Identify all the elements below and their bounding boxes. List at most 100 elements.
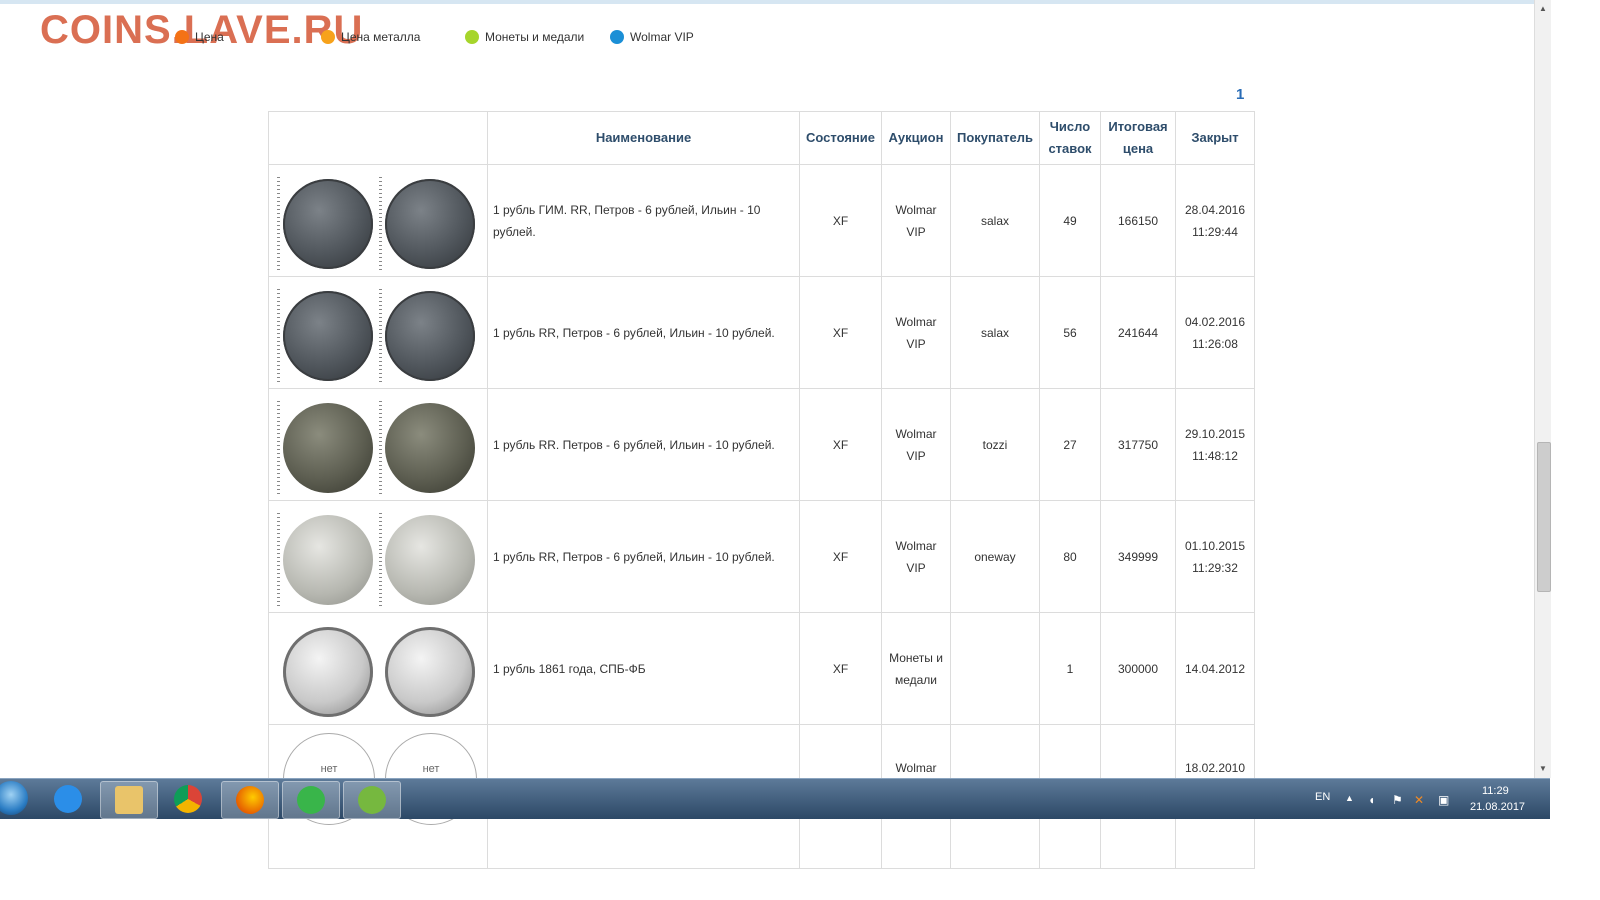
coin-reverse-image[interactable]: [385, 290, 475, 381]
taskbar-app-chrome[interactable]: [160, 781, 216, 817]
coin-images-cell: [268, 276, 488, 389]
header-image: [268, 111, 488, 165]
legend-item-wolmar-vip[interactable]: Wolmar VIP: [610, 30, 694, 44]
ruler-scale: [277, 512, 280, 609]
header-bids[interactable]: Число ставок: [1039, 111, 1101, 165]
lot-auction: Монеты и медали: [881, 612, 951, 725]
scroll-up-icon[interactable]: ▲: [1539, 4, 1547, 13]
coin-obverse-image[interactable]: [283, 626, 373, 717]
legend-item-coins-medals[interactable]: Монеты и медали: [465, 30, 584, 44]
lot-closed: 28.04.2016 11:29:44: [1175, 164, 1255, 277]
taskbar-app-internet-explorer[interactable]: [40, 781, 96, 817]
lot-name-link[interactable]: 1 рубль ГИМ. RR, Петров - 6 рублей, Ильи…: [487, 164, 800, 277]
ruler-scale: [277, 176, 280, 273]
no-image-label: нет: [320, 763, 338, 775]
taskbar-app-mail-agent[interactable]: [282, 781, 340, 819]
legend-dot-icon: [610, 30, 624, 44]
ruler-scale: [379, 176, 382, 273]
legend-item-metal-price[interactable]: Цена металла: [321, 30, 420, 44]
lot-name-link[interactable]: 1 рубль RR, Петров - 6 рублей, Ильин - 1…: [487, 276, 800, 389]
action-center-flag-icon[interactable]: ⚑: [1392, 793, 1406, 807]
header-condition[interactable]: Состояние: [799, 111, 882, 165]
folder-icon: [115, 786, 143, 814]
legend-dot-icon: [175, 30, 189, 44]
coin-obverse-image[interactable]: [283, 290, 373, 381]
lot-bids: 80: [1039, 500, 1101, 613]
closed-time: 11:29:32: [1192, 560, 1238, 575]
coin-images[interactable]: [273, 395, 483, 497]
show-hidden-icons-icon[interactable]: ▲: [1345, 793, 1359, 805]
clock-time[interactable]: 11:29: [1482, 785, 1509, 797]
coin-images-cell: [268, 500, 488, 613]
coin-images[interactable]: [273, 619, 483, 719]
language-indicator[interactable]: EN: [1315, 791, 1330, 803]
taskbar-app-firefox[interactable]: [221, 781, 279, 819]
volume-icon[interactable]: ◖: [1368, 793, 1382, 807]
coin-reverse-image[interactable]: [385, 514, 475, 605]
legend-item-price[interactable]: Цена: [175, 30, 224, 44]
table-row: 1 рубль RR, Петров - 6 рублей, Ильин - 1…: [268, 500, 1255, 613]
pagination-page-1[interactable]: 1: [1236, 86, 1244, 103]
header-name[interactable]: Наименование: [487, 111, 800, 165]
legend-dot-icon: [465, 30, 479, 44]
chrome-icon: [174, 785, 202, 813]
lot-bids: 49: [1039, 164, 1101, 277]
lot-closed: 01.10.2015 11:29:32: [1175, 500, 1255, 613]
scroll-down-icon[interactable]: ▼: [1539, 764, 1547, 773]
scrollbar-thumb[interactable]: [1537, 442, 1551, 592]
lot-bids: 27: [1039, 388, 1101, 501]
lot-condition: XF: [799, 164, 882, 277]
coin-images-cell: [268, 388, 488, 501]
lot-closed: 04.02.2016 11:26:08: [1175, 276, 1255, 389]
lot-name-link[interactable]: 1 рубль 1861 года, СПБ-ФБ: [487, 612, 800, 725]
taskbar-app-file-explorer[interactable]: [100, 781, 158, 819]
lot-price: 300000: [1100, 612, 1176, 725]
coin-reverse-image[interactable]: [385, 402, 475, 493]
ruler-scale: [379, 512, 382, 609]
network-icon[interactable]: ▣: [1438, 793, 1452, 807]
coin-images-cell: [268, 612, 488, 725]
firefox-icon: [236, 786, 264, 814]
vertical-scrollbar[interactable]: ▲ ▼: [1534, 0, 1551, 778]
closed-date: 04.02.2016: [1184, 314, 1246, 329]
table-row: 1 рубль RR. Петров - 6 рублей, Ильин - 1…: [268, 388, 1255, 501]
coin-obverse-image[interactable]: [283, 402, 373, 493]
lot-buyer: salax: [950, 276, 1040, 389]
lot-price: 166150: [1100, 164, 1176, 277]
table-row: 1 рубль RR, Петров - 6 рублей, Ильин - 1…: [268, 276, 1255, 389]
coin-images[interactable]: [273, 283, 483, 385]
lot-closed: 29.10.2015 11:48:12: [1175, 388, 1255, 501]
lot-name-link[interactable]: 1 рубль RR. Петров - 6 рублей, Ильин - 1…: [487, 388, 800, 501]
start-button[interactable]: [0, 781, 28, 815]
no-image-label: нет: [422, 763, 440, 775]
ruler-scale: [277, 400, 280, 497]
lot-name-link[interactable]: 1 рубль RR, Петров - 6 рублей, Ильин - 1…: [487, 500, 800, 613]
page-top-border: [0, 0, 1550, 4]
lot-auction: Wolmar VIP: [881, 388, 951, 501]
lot-buyer: [950, 612, 1040, 725]
coin-obverse-image[interactable]: [283, 514, 373, 605]
taskbar-app-utorrent[interactable]: [343, 781, 401, 819]
mail-notification-icon[interactable]: ✕: [1414, 793, 1428, 807]
coin-obverse-image[interactable]: [283, 178, 373, 269]
clock-date[interactable]: 21.08.2017: [1470, 801, 1525, 813]
header-buyer[interactable]: Покупатель: [950, 111, 1040, 165]
legend-label: Монеты и медали: [485, 30, 585, 44]
lot-condition: XF: [799, 612, 882, 725]
header-closed[interactable]: Закрыт: [1175, 111, 1255, 165]
coin-reverse-image[interactable]: [385, 178, 475, 269]
header-final-price[interactable]: Итоговая цена: [1100, 111, 1176, 165]
lot-auction: Wolmar VIP: [881, 276, 951, 389]
coin-reverse-image[interactable]: [385, 626, 475, 717]
legend-dot-icon: [321, 30, 335, 44]
legend-label: Цена металла: [341, 30, 421, 44]
lot-price: 317750: [1100, 388, 1176, 501]
closed-date: 14.04.2012: [1184, 661, 1246, 676]
mail-agent-icon: [297, 786, 325, 814]
coin-images[interactable]: [273, 507, 483, 609]
ruler-scale: [379, 400, 382, 497]
internet-explorer-icon: [54, 785, 82, 813]
closed-time: 11:29:44: [1192, 224, 1238, 239]
header-auction[interactable]: Аукцион: [881, 111, 951, 165]
coin-images[interactable]: [273, 171, 483, 273]
